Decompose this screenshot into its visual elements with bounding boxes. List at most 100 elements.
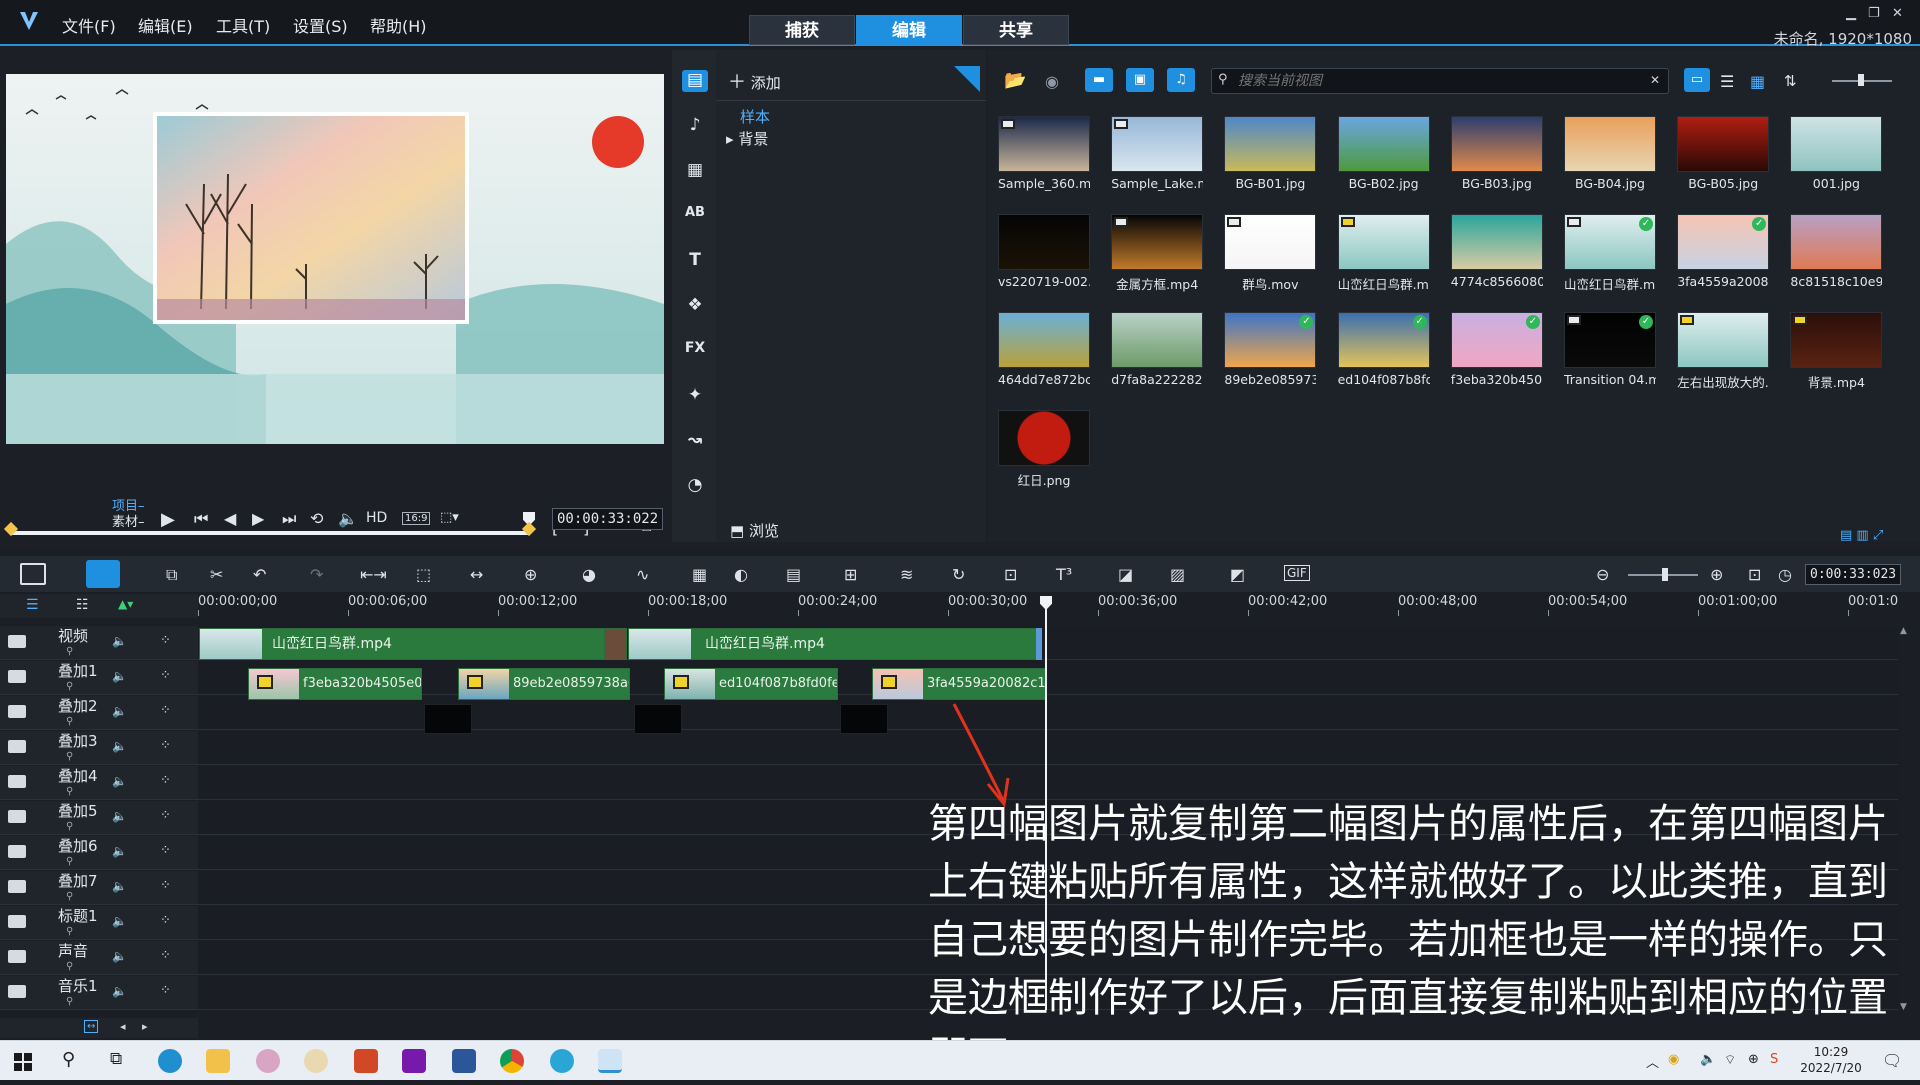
media-thumbnail[interactable]: ✓ 3fa4559a20082c1...: [1677, 214, 1770, 289]
subtitle-icon[interactable]: ▤: [786, 565, 801, 584]
instant-project-icon[interactable]: ▦: [682, 160, 708, 182]
gif-icon[interactable]: GIF: [1284, 565, 1310, 581]
tray-expand-icon[interactable]: ︿: [1646, 1052, 1659, 1071]
media-thumbnail[interactable]: 山峦红日鸟群.m...: [1337, 214, 1430, 293]
videostudio-taskbar-icon[interactable]: [598, 1049, 622, 1073]
film-icon[interactable]: ▦: [692, 565, 707, 584]
scroll-right-icon[interactable]: ▸: [142, 1020, 148, 1033]
tree-item-background[interactable]: ▸ 背景: [726, 128, 768, 149]
tab-share[interactable]: 共享: [963, 15, 1069, 45]
link-icon[interactable]: ⚲: [66, 716, 73, 727]
link-icon[interactable]: ⚲: [66, 926, 73, 937]
search-box[interactable]: ⚲ ✕: [1211, 68, 1669, 94]
track-mute-icon[interactable]: 🔈: [112, 984, 127, 998]
media-thumbnail[interactable]: BG-B01.jpg: [1224, 116, 1317, 191]
search-icon[interactable]: ⚲: [62, 1049, 75, 1070]
track-mute-icon[interactable]: 🔈: [112, 914, 127, 928]
link-icon[interactable]: ⚲: [66, 646, 73, 657]
pan-zoom-icon[interactable]: ◩: [1230, 565, 1245, 584]
clip-end-marker[interactable]: [1036, 628, 1042, 660]
timeline-timecode[interactable]: 0:00:33:023: [1805, 564, 1902, 585]
media-thumbnail[interactable]: d7fa8a2222826d...: [1111, 312, 1204, 387]
link-icon[interactable]: ⚲: [66, 856, 73, 867]
hd-toggle[interactable]: HD: [366, 510, 387, 526]
track-header[interactable]: 叠加3 ⚲ 🔈 ⁘: [0, 731, 198, 765]
link-icon[interactable]: ⚲: [66, 821, 73, 832]
import-folder-icon[interactable]: 📂: [1004, 70, 1026, 91]
tree-item-sample[interactable]: 样本: [740, 106, 770, 127]
media-thumbnail[interactable]: Sample_Lake.mp4: [1111, 116, 1204, 191]
media-thumbnail[interactable]: ✓ Transition 04.mp4: [1564, 312, 1656, 387]
add-folder-button[interactable]: ＋ 添加: [728, 68, 781, 94]
overlay-clip[interactable]: 3fa4559a20082c1b7: [872, 668, 1046, 700]
tab-capture[interactable]: 捕获: [749, 15, 855, 45]
show-audio-icon[interactable]: ♫: [1167, 68, 1195, 92]
title-icon[interactable]: T: [682, 250, 708, 272]
media-thumbnail[interactable]: ✓ 89eb2e0859738a...: [1224, 312, 1317, 387]
speed-icon[interactable]: ◔: [682, 475, 708, 497]
track-mute-icon[interactable]: 🔈: [112, 774, 127, 788]
view-grid-icon[interactable]: ▦: [1750, 72, 1765, 91]
vertical-scrollbar[interactable]: ▲ ▼: [1898, 626, 1912, 1014]
media-thumbnail[interactable]: vs220719-002.png: [998, 214, 1090, 289]
pin-icon[interactable]: [954, 66, 980, 92]
tab-edit[interactable]: 编辑: [856, 15, 962, 45]
scroll-left-icon[interactable]: ◂: [120, 1020, 126, 1033]
link-icon[interactable]: ⚲: [66, 681, 73, 692]
restore-icon[interactable]: ❐: [1868, 6, 1880, 21]
preview-timecode[interactable]: 00:00:33:022: [552, 508, 664, 530]
media-thumbnail[interactable]: BG-B02.jpg: [1337, 116, 1430, 191]
video-clip[interactable]: 山峦红日鸟群.mp4: [628, 628, 1038, 660]
expand-clip-icon[interactable]: ⊕: [524, 565, 537, 584]
step-forward-icon[interactable]: ▶: [252, 509, 264, 528]
track-header[interactable]: 声音 ⚲ 🔈 ⁘: [0, 941, 198, 975]
motion-icon[interactable]: ≋: [900, 565, 913, 584]
repeat-icon[interactable]: ⟲: [310, 509, 323, 528]
scroll-down-icon[interactable]: ▼: [1900, 1002, 1907, 1012]
multicam-icon[interactable]: ⊞: [844, 565, 857, 584]
storyboard-view-icon[interactable]: [20, 563, 46, 585]
media-thumbnail[interactable]: 4774c856608098f...: [1450, 214, 1543, 289]
link-icon[interactable]: ⚲: [66, 961, 73, 972]
clear-search-icon[interactable]: ✕: [1650, 73, 1660, 87]
overlay-clip[interactable]: 89eb2e0859738a69: [458, 668, 630, 700]
close-icon[interactable]: ✕: [1892, 6, 1903, 21]
path-icon[interactable]: ↝: [682, 430, 708, 452]
track-mute-icon[interactable]: 🔈: [112, 704, 127, 718]
track-lane[interactable]: [198, 731, 1898, 765]
ripple-edit-icon[interactable]: ⁘: [160, 948, 171, 963]
play-icon[interactable]: ▶: [161, 509, 175, 530]
tray-app-icon[interactable]: ◉: [1668, 1052, 1679, 1067]
ripple-edit-icon[interactable]: ⁘: [160, 668, 171, 683]
chapter-icon[interactable]: ☷: [76, 597, 89, 613]
zoom-in-icon[interactable]: ⊕: [1710, 565, 1723, 584]
preview-canvas[interactable]: [6, 74, 664, 444]
media-thumbnail[interactable]: ✓ f3eba320b4505e...: [1450, 312, 1543, 387]
overlay2-clip[interactable]: [634, 704, 682, 734]
paint-app-icon[interactable]: [256, 1049, 280, 1073]
track-manager-icon[interactable]: ☰: [26, 597, 39, 613]
mask-icon[interactable]: ◐: [734, 565, 748, 584]
zoom-out-icon[interactable]: ⊖: [1596, 565, 1609, 584]
link-icon[interactable]: ⚲: [66, 751, 73, 762]
split-icon[interactable]: ↔: [470, 565, 483, 584]
ripple-edit-icon[interactable]: ⁘: [160, 738, 171, 753]
media-thumbnail[interactable]: BG-B03.jpg: [1450, 116, 1543, 191]
record-icon[interactable]: ◉: [1045, 72, 1059, 91]
file-explorer-icon[interactable]: [206, 1049, 230, 1073]
show-photo-icon[interactable]: ▣: [1126, 68, 1154, 92]
ripple-edit-icon[interactable]: ⁘: [160, 703, 171, 718]
edge-icon[interactable]: [158, 1049, 182, 1073]
ripple-edit-icon[interactable]: ⁘: [160, 878, 171, 893]
adjust-icon[interactable]: ◪: [1118, 565, 1133, 584]
link-icon[interactable]: ⚲: [66, 891, 73, 902]
overlay2-clip[interactable]: [840, 704, 888, 734]
track-mute-icon[interactable]: 🔈: [112, 634, 127, 648]
browser-icon[interactable]: [550, 1049, 574, 1073]
menu-help[interactable]: 帮助(H): [370, 13, 427, 37]
redo-icon[interactable]: ↷: [310, 565, 323, 584]
track-header[interactable]: 叠加1 ⚲ 🔈 ⁘: [0, 661, 198, 695]
track-header[interactable]: 叠加4 ⚲ 🔈 ⁘: [0, 766, 198, 800]
ripple-edit-icon[interactable]: ⁘: [160, 983, 171, 998]
media-thumbnail[interactable]: 001.jpg: [1790, 116, 1883, 191]
